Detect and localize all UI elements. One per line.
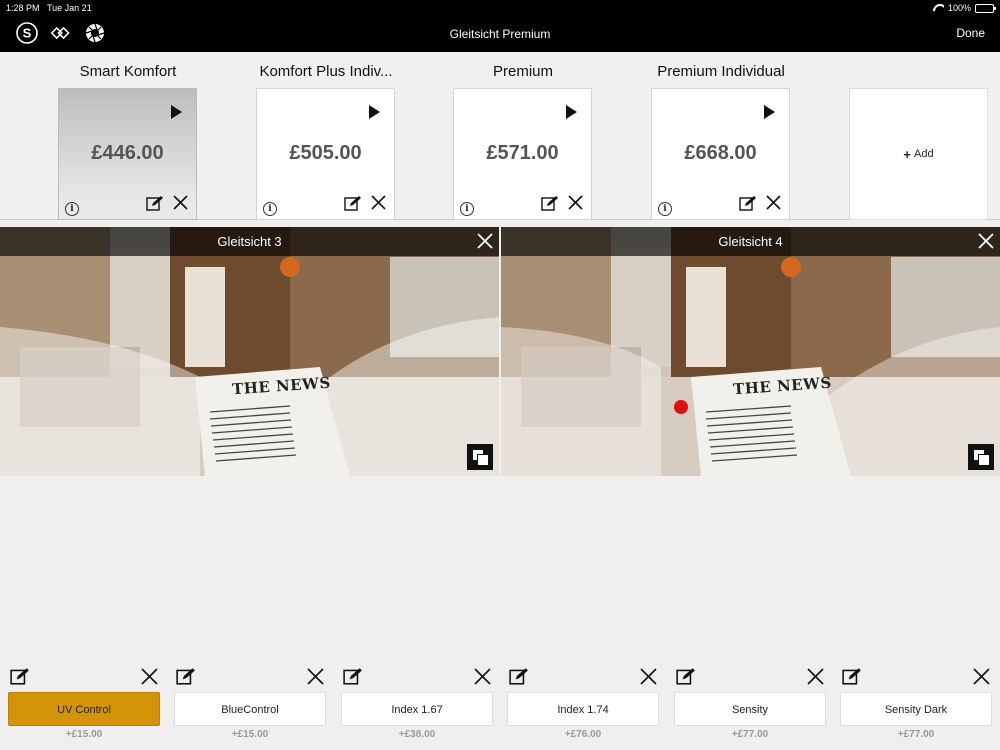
- close-icon[interactable]: [474, 668, 491, 685]
- option-bluecontrol: BlueControl +£15.00: [174, 665, 326, 740]
- option-price: +£76.00: [564, 729, 602, 740]
- edit-icon[interactable]: [739, 195, 757, 211]
- product-tiles-row: Smart Komfort £446.00 i Komfort Plus Ind…: [0, 52, 1000, 220]
- info-icon[interactable]: i: [263, 202, 277, 216]
- close-icon[interactable]: [371, 195, 386, 210]
- close-icon[interactable]: [568, 195, 583, 210]
- edit-icon[interactable]: [344, 195, 362, 211]
- option-chip[interactable]: Index 1.67: [341, 692, 493, 726]
- close-icon[interactable]: [173, 195, 188, 210]
- product-tile-column: Premium Individual £668.00 i: [631, 52, 811, 220]
- option-price: +£15.00: [231, 729, 269, 740]
- edit-icon[interactable]: [176, 667, 196, 685]
- product-tile-column: Komfort Plus Indiv... £505.00 i: [236, 52, 416, 220]
- option-chip[interactable]: BlueControl: [174, 692, 326, 726]
- close-icon[interactable]: [766, 195, 781, 210]
- product-name: Premium Individual: [657, 63, 785, 80]
- edit-icon[interactable]: [842, 667, 862, 685]
- layers-icon[interactable]: [467, 444, 493, 470]
- edit-icon[interactable]: [10, 667, 30, 685]
- product-tile-premium[interactable]: £571.00 i: [453, 88, 592, 220]
- info-icon[interactable]: i: [65, 202, 79, 216]
- done-button[interactable]: Done: [956, 26, 985, 40]
- product-price: £571.00: [486, 142, 559, 164]
- product-tile-premium-individual[interactable]: £668.00 i: [651, 88, 790, 220]
- product-tile-column: Smart Komfort £446.00 i: [38, 52, 218, 220]
- battery-percent: 100%: [947, 3, 971, 13]
- close-icon[interactable]: [477, 233, 493, 249]
- lens-preview-panel-left: Gleitsicht 3 THE NEWS: [0, 227, 499, 476]
- product-name: Komfort Plus Indiv...: [259, 63, 393, 80]
- play-icon[interactable]: [369, 105, 380, 119]
- panel-title: Gleitsicht 3: [0, 227, 499, 256]
- product-tile-column: Premium £571.00 i: [433, 52, 613, 220]
- battery-icon: [975, 3, 996, 13]
- status-indicators: 100%: [933, 3, 996, 13]
- play-icon[interactable]: [566, 105, 577, 119]
- option-chip[interactable]: Index 1.74: [507, 692, 659, 726]
- street-scene-image: [501, 227, 1000, 476]
- option-uv-control: UV Control +£15.00: [8, 665, 160, 740]
- close-icon[interactable]: [978, 233, 994, 249]
- option-chip[interactable]: UV Control: [8, 692, 160, 726]
- add-label: Add: [914, 148, 934, 160]
- play-icon[interactable]: [764, 105, 775, 119]
- edit-icon[interactable]: [541, 195, 559, 211]
- product-tile-komfort-plus[interactable]: £505.00 i: [256, 88, 395, 220]
- edit-icon[interactable]: [146, 195, 164, 211]
- product-price: £446.00: [91, 142, 164, 164]
- wifi-icon: [933, 4, 944, 12]
- close-icon[interactable]: [141, 668, 158, 685]
- play-icon[interactable]: [171, 105, 182, 119]
- option-price: +£77.00: [897, 729, 935, 740]
- option-chip[interactable]: Sensity: [674, 692, 826, 726]
- edit-icon[interactable]: [343, 667, 363, 685]
- option-sensity: Sensity +£77.00: [674, 665, 826, 740]
- close-icon[interactable]: [807, 668, 824, 685]
- close-icon[interactable]: [307, 668, 324, 685]
- info-icon[interactable]: i: [460, 202, 474, 216]
- product-name: Premium: [492, 63, 553, 80]
- product-price: £668.00: [684, 142, 757, 164]
- option-sensity-dark: Sensity Dark +£77.00: [840, 665, 992, 740]
- product-tile-smart-komfort[interactable]: £446.00 i: [58, 88, 197, 220]
- status-date: Tue Jan 21: [47, 3, 92, 13]
- lens-preview-panel-right: Gleitsicht 4 THE NEWS: [501, 227, 1000, 476]
- option-price: +£77.00: [731, 729, 769, 740]
- page-title: Gleitsicht Premium: [449, 27, 551, 41]
- option-chip[interactable]: Sensity Dark: [840, 692, 992, 726]
- top-navigation-bar: 1:28 PM Tue Jan 21 100% S Gleitsicht Pre…: [0, 0, 1000, 52]
- close-icon[interactable]: [973, 668, 990, 685]
- product-name: Smart Komfort: [79, 63, 177, 80]
- plus-icon: +: [903, 146, 911, 162]
- option-price: +£15.00: [65, 729, 103, 740]
- info-icon[interactable]: i: [658, 202, 672, 216]
- option-index-167: Index 1.67 +£38.00: [341, 665, 493, 740]
- street-scene-image: [0, 227, 499, 476]
- option-index-174: Index 1.74 +£76.00: [507, 665, 659, 740]
- edit-icon[interactable]: [676, 667, 696, 685]
- close-icon[interactable]: [640, 668, 657, 685]
- edit-icon[interactable]: [509, 667, 529, 685]
- status-time: 1:28 PM: [6, 3, 40, 13]
- layers-icon[interactable]: [968, 444, 994, 470]
- panel-title: Gleitsicht 4: [501, 227, 1000, 256]
- option-price: +£38.00: [398, 729, 436, 740]
- add-product-button[interactable]: + Add: [849, 88, 988, 220]
- product-price: £505.00: [289, 142, 362, 164]
